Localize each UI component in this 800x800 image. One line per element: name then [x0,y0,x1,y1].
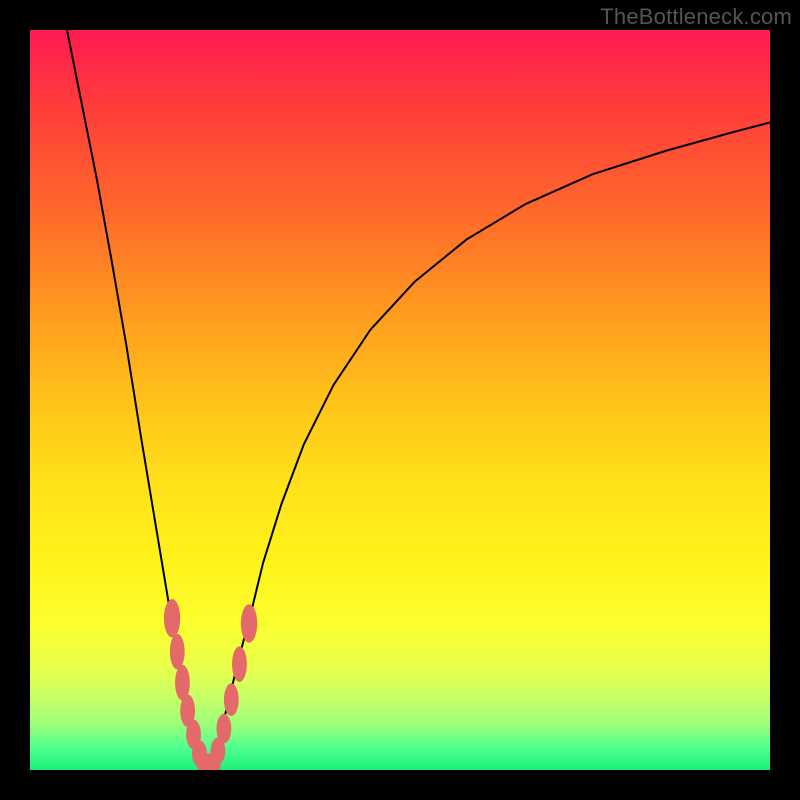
data-marker-1 [170,634,185,670]
data-marker-0 [164,599,180,637]
chart-frame: TheBottleneck.com [0,0,800,800]
watermark-text: TheBottleneck.com [600,4,792,30]
marker-group [164,599,257,770]
curve-right-branch [211,123,770,765]
chart-svg [30,30,770,770]
plot-area [30,30,770,770]
data-marker-11 [232,646,247,682]
data-marker-12 [241,604,257,642]
data-marker-10 [224,683,239,716]
data-marker-9 [216,714,231,744]
